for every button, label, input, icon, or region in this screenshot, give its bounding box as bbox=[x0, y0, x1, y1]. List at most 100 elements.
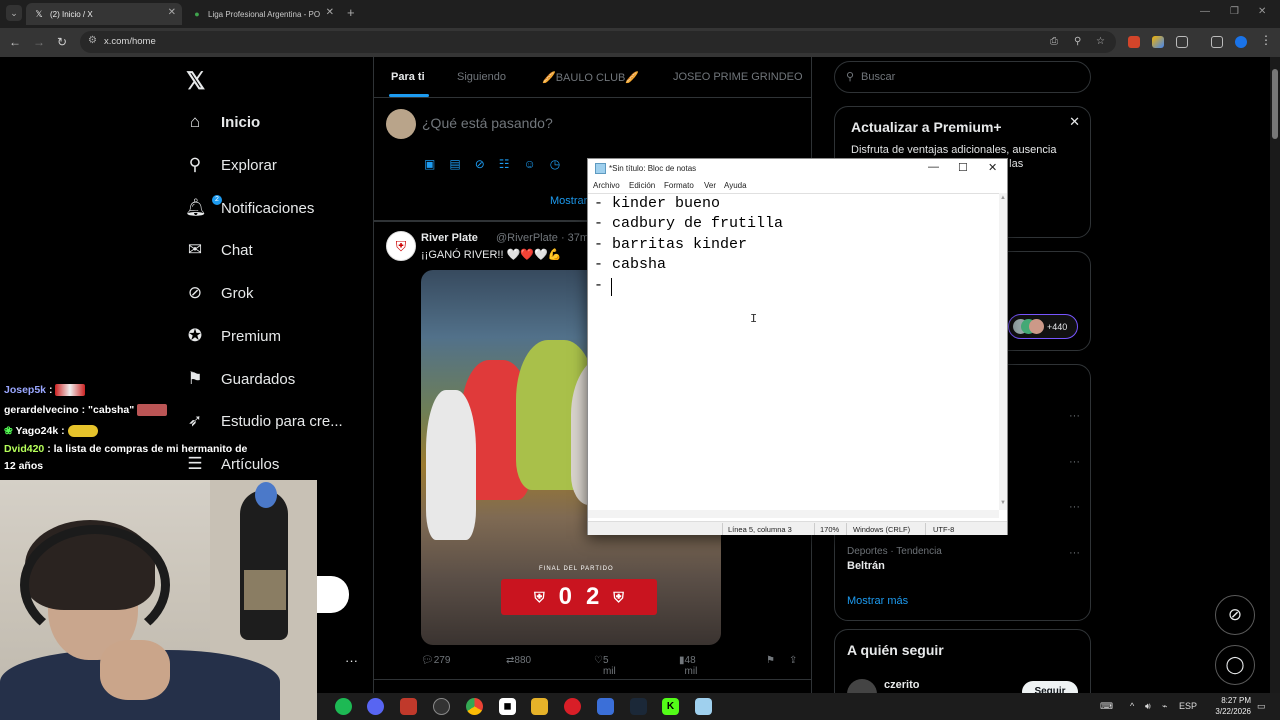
minimize-icon[interactable]: — bbox=[1200, 6, 1210, 17]
bookmark-star-icon[interactable]: ☆ bbox=[1096, 36, 1105, 47]
chevron-up-icon[interactable]: ^ bbox=[1130, 701, 1134, 711]
grok-fab-icon[interactable]: ⊘ bbox=[1215, 595, 1255, 635]
follow-suggestion-name[interactable]: czerito bbox=[884, 679, 919, 691]
notepad-text-area[interactable]: - kinder bueno - cadbury de frutilla - b… bbox=[588, 193, 999, 510]
tab-for-you[interactable]: Para ti bbox=[391, 71, 425, 83]
nav-home[interactable]: ⌂ Inicio bbox=[185, 107, 260, 137]
post-author[interactable]: River Plate bbox=[421, 232, 478, 244]
more-icon[interactable]: ··· bbox=[1069, 547, 1080, 559]
tab-baulo-club[interactable]: 🥖BAULO CLUB🥖 bbox=[542, 71, 639, 84]
extension-icon[interactable] bbox=[1128, 36, 1140, 48]
share-icon[interactable]: ⇪ bbox=[789, 655, 797, 666]
steam-icon[interactable] bbox=[630, 698, 647, 715]
menu-format[interactable]: Formato bbox=[664, 181, 694, 190]
more-icon[interactable]: ··· bbox=[1069, 410, 1080, 422]
close-icon[interactable]: ✕ bbox=[1069, 114, 1080, 130]
site-info-icon[interactable]: ⚙ bbox=[88, 35, 97, 46]
forward-icon[interactable]: → bbox=[33, 35, 45, 49]
nav-notifications[interactable]: 🔔︎ 2 Notificaciones bbox=[185, 193, 314, 223]
notepad-horizontal-scrollbar[interactable] bbox=[588, 510, 999, 518]
tab-search-button[interactable]: ⌄ bbox=[6, 5, 22, 21]
tab-x-home[interactable]: 𝕏 (2) Inicio / X ✕ bbox=[26, 3, 182, 25]
notification-center-icon[interactable]: ▭ bbox=[1257, 701, 1266, 712]
scroll-down-icon[interactable]: ▼ bbox=[1000, 500, 1006, 506]
menu-file[interactable]: Archivo bbox=[593, 181, 620, 190]
minimize-icon[interactable]: — bbox=[928, 161, 939, 173]
maximize-icon[interactable]: ☐ bbox=[958, 161, 968, 174]
river-plate-avatar[interactable]: ⛨ bbox=[386, 231, 416, 261]
notepad-vertical-scrollbar[interactable]: ▲ ▼ bbox=[999, 193, 1007, 510]
opera-icon[interactable] bbox=[564, 698, 581, 715]
emoji-icon[interactable]: ☺ bbox=[524, 157, 536, 171]
reload-icon[interactable]: ↻ bbox=[57, 35, 67, 49]
menu-help[interactable]: Ayuda bbox=[724, 181, 747, 190]
account-more-icon[interactable]: ··· bbox=[345, 653, 358, 668]
tray-icon[interactable]: ⌨ bbox=[1100, 701, 1113, 712]
more-icon[interactable]: ··· bbox=[1069, 456, 1080, 468]
install-icon[interactable]: ⎙ bbox=[1050, 36, 1058, 47]
compose-input[interactable]: ¿Qué está pasando? bbox=[422, 115, 553, 131]
nav-chat[interactable]: ✉ Chat bbox=[185, 235, 253, 265]
app-icon[interactable] bbox=[433, 698, 450, 715]
app-icon[interactable] bbox=[597, 698, 614, 715]
like-button[interactable]: ♡ 5 mil bbox=[594, 655, 616, 677]
tab-joseo[interactable]: JOSEO PRIME GRINDEO bbox=[673, 71, 803, 83]
menu-edit[interactable]: Edición bbox=[629, 181, 655, 190]
chat-fab-icon[interactable]: ◯ bbox=[1215, 645, 1255, 685]
more-icon[interactable]: ··· bbox=[1069, 501, 1080, 513]
notepad-taskbar-icon[interactable] bbox=[695, 698, 712, 715]
gif-icon[interactable]: ▤ bbox=[449, 157, 460, 171]
views-button[interactable]: ▮ 48 mil bbox=[679, 655, 697, 677]
nav-bookmarks[interactable]: ⚑ Guardados bbox=[185, 364, 295, 394]
chrome-menu-icon[interactable]: ⋮ bbox=[1260, 33, 1272, 47]
grok-icon[interactable]: ⊘ bbox=[475, 157, 485, 171]
kick-icon[interactable]: K bbox=[662, 698, 679, 715]
scrollbar-thumb[interactable] bbox=[1272, 69, 1278, 139]
language-indicator[interactable]: ESP bbox=[1179, 701, 1197, 711]
volume-icon[interactable]: 🔊︎ bbox=[1145, 701, 1151, 712]
nav-creator-studio[interactable]: ➶ Estudio para cre... bbox=[185, 406, 343, 436]
scroll-up-icon[interactable]: ▲ bbox=[1000, 195, 1006, 201]
taskbar-clock[interactable]: 8:27 PM 3/22/2026 bbox=[1201, 695, 1251, 717]
restore-icon[interactable]: ❐ bbox=[1230, 6, 1239, 17]
tab-liga[interactable]: ● Liga Profesional Argentina - PO ✕ bbox=[184, 3, 340, 25]
search-input[interactable]: ⚲ Buscar bbox=[834, 61, 1091, 93]
file-explorer-icon[interactable] bbox=[531, 698, 548, 715]
nav-grok[interactable]: ⊘ Grok bbox=[185, 278, 254, 308]
close-window-icon[interactable]: ✕ bbox=[1258, 6, 1266, 17]
show-more-trends[interactable]: Mostrar más bbox=[847, 595, 908, 607]
close-tab-icon[interactable]: ✕ bbox=[326, 7, 334, 18]
new-tab-button[interactable]: + bbox=[347, 5, 355, 20]
chrome-icon[interactable] bbox=[466, 698, 483, 715]
repost-button[interactable]: ⇄ 880 bbox=[506, 655, 531, 666]
extension-icon[interactable] bbox=[1152, 36, 1164, 48]
back-icon[interactable]: ← bbox=[9, 35, 21, 49]
schedule-icon[interactable]: ◷ bbox=[550, 157, 560, 171]
close-icon[interactable]: ✕ bbox=[988, 161, 997, 174]
nav-explore[interactable]: ⚲ Explorar bbox=[185, 150, 277, 180]
bookmark-icon[interactable]: ⚑ bbox=[766, 655, 775, 666]
network-icon[interactable]: ⌁ bbox=[1162, 701, 1167, 712]
poll-icon[interactable]: ☷ bbox=[499, 157, 510, 171]
x-logo-icon[interactable]: 𝕏 bbox=[186, 67, 205, 96]
app-icon[interactable] bbox=[400, 698, 417, 715]
notepad-titlebar[interactable]: *Sin título: Bloc de notas — ☐ ✕ bbox=[588, 159, 1007, 179]
nav-premium[interactable]: ✪ Premium bbox=[185, 321, 281, 351]
menu-view[interactable]: Ver bbox=[704, 181, 716, 190]
image-icon[interactable]: ▣ bbox=[424, 157, 435, 171]
show-new-posts[interactable]: Mostrar bbox=[550, 195, 587, 207]
tab-following[interactable]: Siguiendo bbox=[457, 71, 506, 83]
live-avatars[interactable]: +440 bbox=[1008, 314, 1078, 339]
spotify-icon[interactable] bbox=[335, 698, 352, 715]
address-bar[interactable]: ⚙ x.com/home ⎙ ⚲ ☆ bbox=[80, 31, 1116, 53]
discord-icon[interactable] bbox=[367, 698, 384, 715]
zoom-icon[interactable]: ⚲ bbox=[1074, 36, 1081, 47]
reply-button[interactable]: 💬︎ 279 bbox=[421, 655, 450, 666]
page-scrollbar[interactable] bbox=[1270, 57, 1280, 697]
reading-list-icon[interactable] bbox=[1211, 36, 1223, 48]
extensions-puzzle-icon[interactable] bbox=[1176, 36, 1188, 48]
trend-name[interactable]: Beltrán bbox=[847, 560, 885, 572]
close-tab-icon[interactable]: ✕ bbox=[168, 7, 176, 18]
app-icon[interactable]: ◼ bbox=[499, 698, 516, 715]
avatar[interactable] bbox=[386, 109, 416, 139]
